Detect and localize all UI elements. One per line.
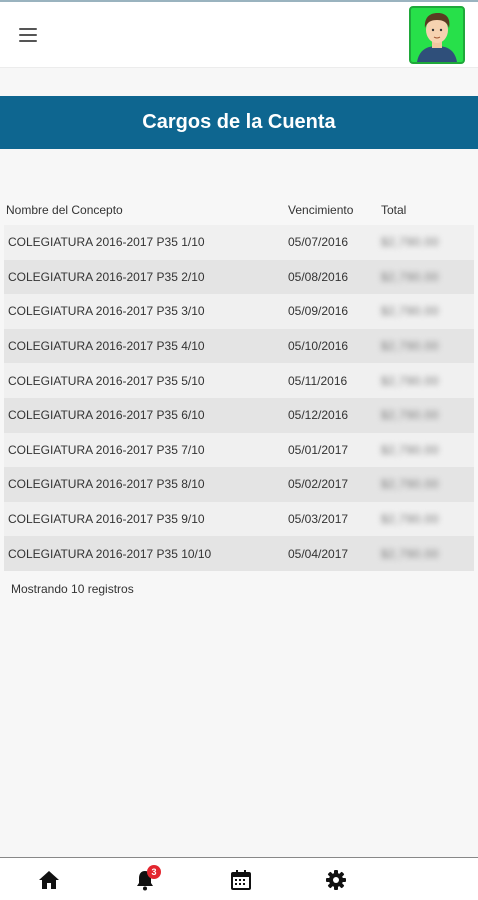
cell-due: 05/09/2016 xyxy=(288,304,349,319)
cell-concept: COLEGIATURA 2016-2017 P35 6/10 xyxy=(8,408,205,423)
cell-total: $2,790.00 xyxy=(381,546,439,561)
table-row: COLEGIATURA 2016-2017 P35 4/10 05/10/201… xyxy=(4,328,474,364)
notification-badge: 3 xyxy=(147,865,161,879)
table-header: Nombre del Concepto Vencimiento Total xyxy=(4,195,474,225)
table-row: COLEGIATURA 2016-2017 P35 6/10 05/12/201… xyxy=(4,397,474,433)
cell-concept: COLEGIATURA 2016-2017 P35 10/10 xyxy=(8,546,212,561)
cell-due: 05/10/2016 xyxy=(288,339,349,354)
records-count: Mostrando 10 registros xyxy=(11,582,134,596)
bell-icon[interactable]: 3 xyxy=(133,865,161,892)
table-row: COLEGIATURA 2016-2017 P35 5/10 05/11/201… xyxy=(4,363,474,398)
table-row: COLEGIATURA 2016-2017 P35 2/10 05/08/201… xyxy=(4,259,474,295)
cell-due: 05/07/2016 xyxy=(288,235,349,250)
cell-total: $2,790.00 xyxy=(381,512,439,527)
cell-total: $2,790.00 xyxy=(381,373,439,388)
cell-due: 05/11/2016 xyxy=(288,373,348,388)
cell-total: $2,790.00 xyxy=(381,235,439,250)
table-row: COLEGIATURA 2016-2017 P35 9/10 05/03/201… xyxy=(4,501,474,537)
table-row: COLEGIATURA 2016-2017 P35 10/10 05/04/20… xyxy=(4,536,474,571)
calendar-icon[interactable] xyxy=(229,868,253,892)
cell-total: $2,790.00 xyxy=(381,269,439,284)
cell-total: $2,790.00 xyxy=(381,442,439,457)
cell-total: $2,790.00 xyxy=(381,477,439,492)
user-avatar-icon[interactable] xyxy=(409,6,465,64)
table-row: COLEGIATURA 2016-2017 P35 7/10 05/01/201… xyxy=(4,432,474,468)
gear-icon[interactable] xyxy=(324,868,348,892)
bottom-nav: 3 xyxy=(0,857,478,900)
cell-total: $2,790.00 xyxy=(381,408,439,423)
cell-concept: COLEGIATURA 2016-2017 P35 1/10 xyxy=(8,235,205,250)
column-header-total: Total xyxy=(381,203,407,217)
table-row: COLEGIATURA 2016-2017 P35 8/10 05/02/201… xyxy=(4,467,474,502)
table-row: COLEGIATURA 2016-2017 P35 3/10 05/09/201… xyxy=(4,294,474,329)
cell-concept: COLEGIATURA 2016-2017 P35 4/10 xyxy=(8,339,205,354)
charges-table: Nombre del Concepto Vencimiento Total CO… xyxy=(4,195,474,571)
cell-due: 05/03/2017 xyxy=(288,512,349,527)
table-body: COLEGIATURA 2016-2017 P35 1/10 05/07/201… xyxy=(4,225,474,571)
hamburger-menu-icon[interactable] xyxy=(19,28,37,42)
app-bar xyxy=(0,2,478,68)
column-header-due: Vencimiento xyxy=(288,203,354,217)
cell-due: 05/01/2017 xyxy=(288,442,349,457)
cell-due: 05/12/2016 xyxy=(288,408,349,423)
table-row: COLEGIATURA 2016-2017 P35 1/10 05/07/201… xyxy=(4,225,474,260)
cell-concept: COLEGIATURA 2016-2017 P35 3/10 xyxy=(8,304,205,319)
cell-concept: COLEGIATURA 2016-2017 P35 9/10 xyxy=(8,512,205,527)
column-header-concept: Nombre del Concepto xyxy=(6,203,123,217)
cell-concept: COLEGIATURA 2016-2017 P35 8/10 xyxy=(8,477,205,492)
cell-concept: COLEGIATURA 2016-2017 P35 2/10 xyxy=(8,269,205,284)
cell-concept: COLEGIATURA 2016-2017 P35 5/10 xyxy=(8,373,205,388)
cell-total: $2,790.00 xyxy=(381,304,439,319)
home-icon[interactable] xyxy=(37,868,61,892)
cell-due: 05/08/2016 xyxy=(288,269,349,284)
cell-concept: COLEGIATURA 2016-2017 P35 7/10 xyxy=(8,442,205,457)
page-title: Cargos de la Cuenta xyxy=(0,96,478,149)
cell-due: 05/04/2017 xyxy=(288,546,349,561)
cell-total: $2,790.00 xyxy=(381,339,439,354)
cell-due: 05/02/2017 xyxy=(288,477,349,492)
